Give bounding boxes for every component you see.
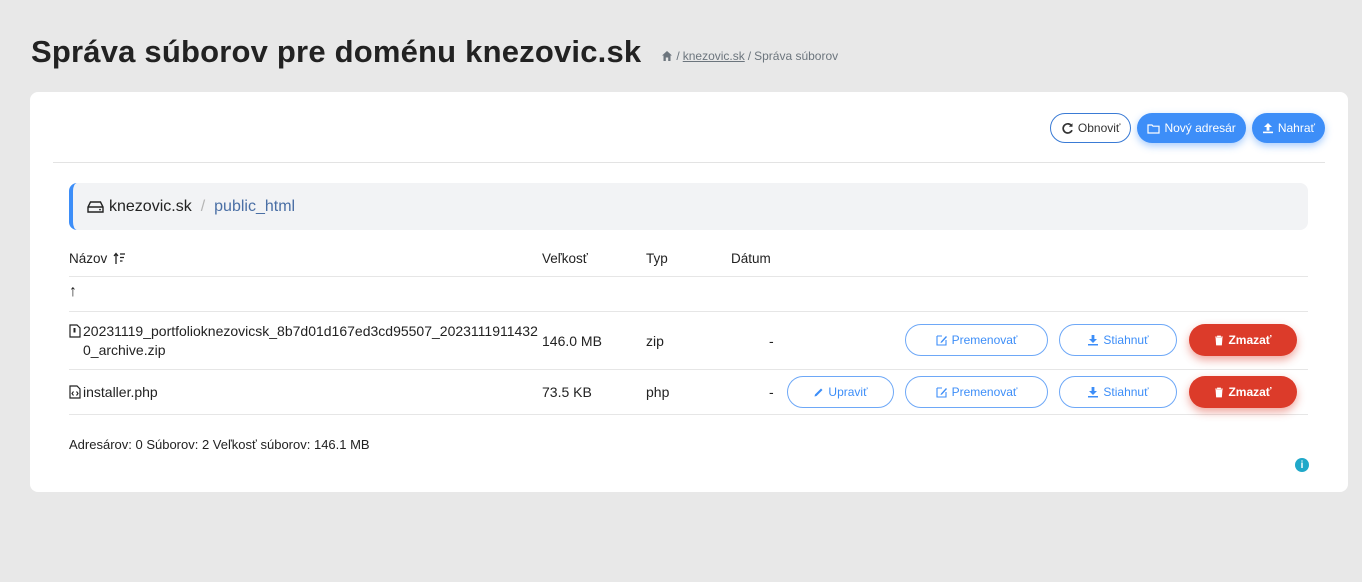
breadcrumb-separator: / bbox=[747, 49, 752, 63]
rename-button[interactable]: Premenovať bbox=[905, 376, 1048, 408]
download-button[interactable]: Stiahnuť bbox=[1059, 324, 1177, 356]
path-current: public_html bbox=[214, 197, 296, 215]
download-button[interactable]: Stiahnuť bbox=[1059, 376, 1177, 408]
trash-icon bbox=[1215, 387, 1224, 397]
drive-icon bbox=[87, 200, 104, 213]
delete-button-label: Zmazať bbox=[1228, 385, 1272, 399]
path-root[interactable]: knezovic.sk bbox=[87, 198, 192, 216]
file-name[interactable]: installer.php bbox=[69, 383, 158, 402]
delete-button-label: Zmazať bbox=[1228, 333, 1272, 347]
file-size: 73.5 KB bbox=[542, 384, 592, 400]
file-name[interactable]: 20231119_portfolioknezovicsk_8b7d01d167e… bbox=[69, 322, 545, 360]
upload-button[interactable]: Nahrať bbox=[1251, 113, 1325, 143]
breadcrumb-link-domain[interactable]: knezovic.sk bbox=[683, 49, 745, 63]
path-separator: / bbox=[200, 197, 206, 215]
refresh-button[interactable]: Obnoviť bbox=[1049, 113, 1132, 143]
toolbar: Obnoviť Nový adresár Nahrať bbox=[1049, 113, 1325, 143]
breadcrumb: / knezovic.sk / Správa súborov bbox=[661, 49, 838, 63]
column-header-name[interactable]: Názov bbox=[69, 251, 126, 266]
new-directory-button-label: Nový adresár bbox=[1164, 121, 1236, 135]
file-name-label: 20231119_portfolioknezovicsk_8b7d01d167e… bbox=[83, 323, 538, 358]
edit-button-label: Upraviť bbox=[828, 385, 868, 399]
parent-directory-icon[interactable]: ↑ bbox=[69, 283, 77, 301]
file-date: - bbox=[769, 384, 774, 400]
page-title: Správa súborov pre doménu knezovic.sk bbox=[31, 34, 642, 69]
path-breadcrumb: knezovic.sk / public_html bbox=[69, 183, 1308, 230]
upload-button-label: Nahrať bbox=[1277, 121, 1315, 135]
pencil-icon bbox=[814, 388, 823, 396]
page-header: Správa súborov pre doménu knezovic.sk / … bbox=[31, 34, 838, 70]
breadcrumb-current: Správa súborov bbox=[754, 49, 839, 63]
column-name-label: Názov bbox=[69, 251, 108, 266]
file-type: zip bbox=[646, 333, 664, 349]
folder-icon bbox=[1147, 123, 1161, 134]
table-row: 20231119_portfolioknezovicsk_8b7d01d167e… bbox=[69, 312, 1308, 370]
directory-summary: Adresárov: 0 Súborov: 2 Veľkosť súborov:… bbox=[69, 437, 370, 452]
rename-button[interactable]: Premenovať bbox=[905, 324, 1048, 356]
delete-button[interactable]: Zmazať bbox=[1189, 376, 1297, 408]
table-row: installer.php 73.5 KB php - Upraviť Prem… bbox=[69, 370, 1308, 415]
download-icon bbox=[1088, 335, 1099, 346]
refresh-button-label: Obnoviť bbox=[1077, 121, 1121, 135]
breadcrumb-separator: / bbox=[676, 49, 680, 63]
file-date: - bbox=[769, 333, 774, 349]
home-icon[interactable] bbox=[661, 50, 673, 62]
parent-directory-row[interactable]: ↑ bbox=[69, 277, 1308, 312]
file-type: php bbox=[646, 384, 670, 400]
trash-icon bbox=[1215, 335, 1224, 345]
archive-file-icon bbox=[69, 324, 81, 338]
column-header-type[interactable]: Typ bbox=[646, 251, 668, 266]
column-header-size[interactable]: Veľkosť bbox=[542, 251, 588, 266]
download-icon bbox=[1088, 387, 1099, 398]
table-header-row: Názov Veľkosť Typ Dátum bbox=[69, 240, 1308, 277]
sort-icon[interactable] bbox=[113, 252, 126, 265]
edit-button[interactable]: Upraviť bbox=[787, 376, 894, 408]
rename-button-label: Premenovať bbox=[951, 333, 1018, 347]
path-root-label: knezovic.sk bbox=[109, 197, 192, 215]
file-name-label: installer.php bbox=[83, 384, 158, 400]
file-manager-card: Obnoviť Nový adresár Nahrať knezovic.sk … bbox=[30, 92, 1348, 492]
code-file-icon bbox=[69, 385, 81, 399]
toolbar-divider bbox=[53, 162, 1325, 163]
delete-button[interactable]: Zmazať bbox=[1189, 324, 1297, 356]
download-button-label: Stiahnuť bbox=[1103, 333, 1149, 347]
edit-icon bbox=[936, 387, 947, 398]
edit-icon bbox=[936, 335, 947, 346]
download-button-label: Stiahnuť bbox=[1103, 385, 1149, 399]
file-table: Názov Veľkosť Typ Dátum ↑ 20231119_portf… bbox=[69, 240, 1308, 415]
new-directory-button[interactable]: Nový adresár bbox=[1137, 113, 1246, 143]
rename-button-label: Premenovať bbox=[951, 385, 1018, 399]
file-size: 146.0 MB bbox=[542, 333, 602, 349]
column-header-date[interactable]: Dátum bbox=[731, 251, 771, 266]
refresh-icon bbox=[1062, 122, 1073, 134]
info-icon[interactable]: i bbox=[1295, 458, 1309, 472]
upload-icon bbox=[1262, 123, 1273, 134]
